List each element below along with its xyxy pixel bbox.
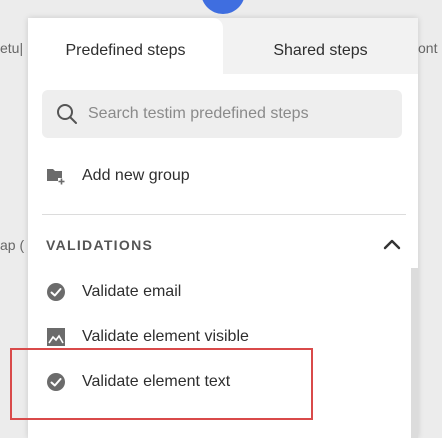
steps-panel: Predefined steps Shared steps Add new gr… bbox=[28, 18, 418, 438]
tab-shared-steps[interactable]: Shared steps bbox=[223, 18, 418, 74]
background-text-setup: etu| bbox=[0, 40, 24, 56]
tab-predefined-steps[interactable]: Predefined steps bbox=[28, 18, 223, 74]
search-icon bbox=[57, 104, 77, 124]
image-icon bbox=[47, 328, 65, 346]
add-step-button[interactable] bbox=[201, 0, 245, 14]
step-label: Validate email bbox=[82, 283, 182, 300]
background-text-font: ont bbox=[418, 40, 438, 56]
check-circle-icon bbox=[47, 283, 65, 301]
add-new-group-label: Add new group bbox=[82, 167, 190, 184]
section-title-validations: VALIDATIONS bbox=[46, 237, 154, 253]
step-validate-element-text[interactable]: Validate element text bbox=[28, 364, 418, 400]
add-new-group-button[interactable]: Add new group bbox=[28, 158, 418, 194]
step-validate-email[interactable]: Validate email bbox=[28, 274, 418, 310]
step-label: Validate element text bbox=[82, 373, 231, 390]
divider bbox=[42, 214, 406, 215]
background-text-map: ap ( bbox=[0, 237, 25, 253]
check-circle-icon bbox=[47, 373, 65, 391]
chevron-up-icon[interactable] bbox=[382, 236, 402, 252]
search-box bbox=[42, 90, 402, 138]
tab-bar: Predefined steps Shared steps bbox=[28, 18, 418, 74]
search-input[interactable] bbox=[86, 104, 390, 124]
step-label: Validate element visible bbox=[82, 328, 249, 345]
add-folder-icon bbox=[47, 169, 65, 185]
step-validate-element-visible[interactable]: Validate element visible bbox=[28, 319, 418, 355]
